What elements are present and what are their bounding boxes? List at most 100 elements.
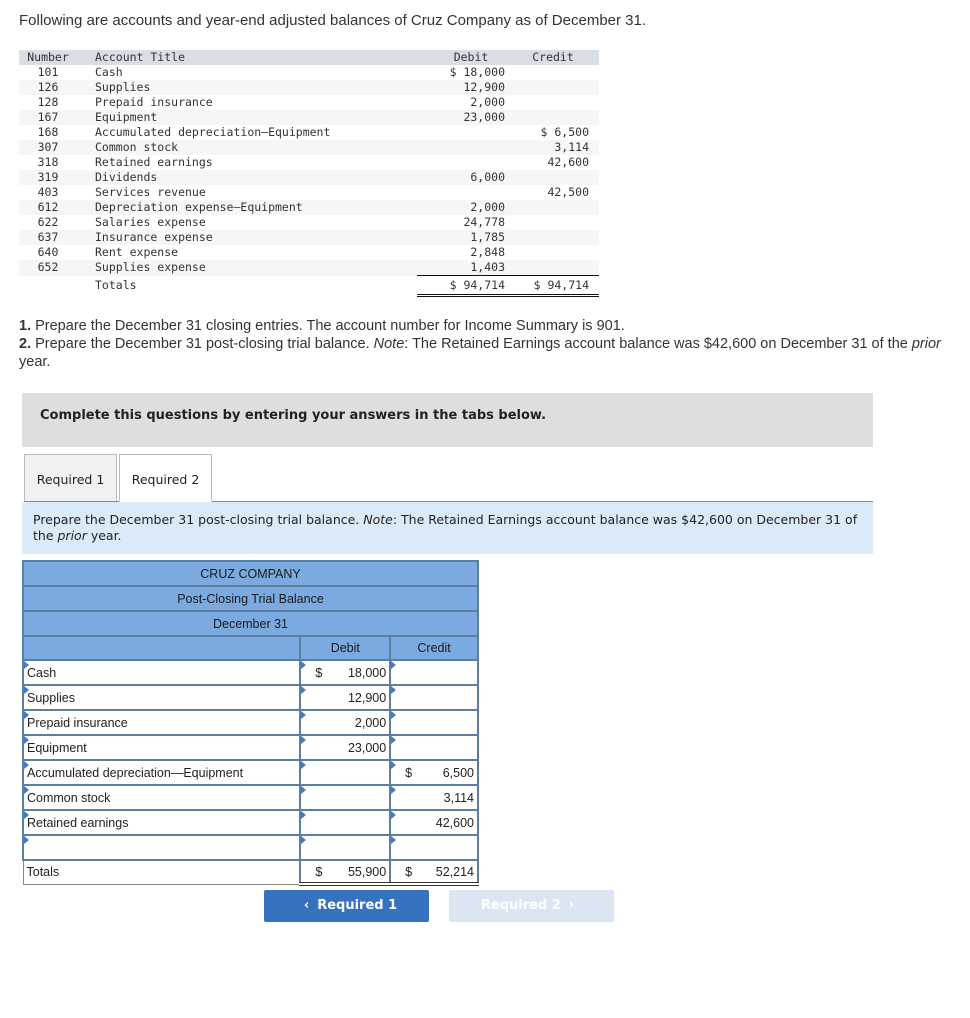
debit-input[interactable] xyxy=(299,834,392,861)
account-debit: $ 18,000 xyxy=(449,65,505,79)
header-credit: Credit xyxy=(517,50,599,65)
dropdown-flag-icon xyxy=(24,736,29,744)
input-flag-icon xyxy=(391,736,397,744)
account-debit: 23,000 xyxy=(417,110,517,125)
debit-column-header: Debit xyxy=(299,635,392,661)
account-row: 307 Common stock 3,114 xyxy=(19,140,599,155)
statement-title: Post-Closing Trial Balance xyxy=(22,585,479,612)
next-required-2-button[interactable]: Required 2 › xyxy=(449,890,614,922)
intro-text: Following are accounts and year-end adju… xyxy=(19,12,647,29)
credit-amount: 6,500 xyxy=(442,765,474,780)
account-credit xyxy=(517,215,599,230)
dropdown-flag-icon xyxy=(24,761,29,769)
company-name: CRUZ COMPANY xyxy=(22,560,479,587)
input-flag-icon xyxy=(391,811,397,819)
account-number: 652 xyxy=(19,260,77,276)
account-debit: 1,403 xyxy=(417,260,517,276)
dropdown-flag-icon xyxy=(24,786,29,794)
debit-input[interactable] xyxy=(299,759,392,786)
account-row: 168 Accumulated depreciation—Equipment $ 6… xyxy=(19,125,599,140)
tab-instruction: Prepare the December 31 post-closing tri… xyxy=(22,502,873,554)
account-number: 403 xyxy=(37,185,59,199)
account-table-header: Number Account Title Debit Credit xyxy=(19,50,599,65)
debit-input[interactable]: 23,000 xyxy=(299,734,392,761)
account-title: Retained earnings xyxy=(95,155,213,169)
credit-input[interactable] xyxy=(389,684,479,711)
pctb-row: Accumulated depreciation—Equipment $6,500 xyxy=(21,759,479,786)
debit-currency: $ xyxy=(315,665,323,680)
credit-amount: 3,114 xyxy=(443,790,474,805)
chevron-left-icon: ‹ xyxy=(303,898,310,913)
account-credit xyxy=(517,170,599,185)
account-title: Supplies expense xyxy=(77,260,417,276)
totals-debit: $ 94,714 xyxy=(417,275,517,297)
chevron-right-icon: › xyxy=(568,898,575,913)
account-row: 403 Services revenue 42,500 xyxy=(19,185,599,200)
account-number: 307 xyxy=(19,140,77,155)
account-debit xyxy=(417,140,517,155)
account-title: Cash xyxy=(95,65,123,79)
account-title: Equipment xyxy=(77,110,417,125)
account-totals-row: Totals $ 94,714 $ 94,714 xyxy=(19,275,599,297)
debit-input[interactable]: 2,000 xyxy=(299,709,392,736)
account-debit: 6,000 xyxy=(417,170,517,185)
tab-required-2[interactable]: Required 2 xyxy=(119,454,212,502)
input-flag-icon xyxy=(301,711,307,719)
account-select[interactable]: Prepaid insurance xyxy=(21,709,302,736)
debit-amount: 18,000 xyxy=(347,665,387,680)
credit-input[interactable] xyxy=(389,659,479,686)
totals-label: Totals xyxy=(95,278,137,292)
credit-total-currency: $ xyxy=(405,864,413,879)
account-row: 126 Supplies 12,900 xyxy=(19,80,599,95)
header-debit: Debit xyxy=(417,50,517,65)
account-select[interactable]: Supplies xyxy=(21,684,302,711)
account-select[interactable]: Retained earnings xyxy=(21,809,302,836)
pctb-totals-label: Totals xyxy=(22,859,301,885)
account-select[interactable]: Cash xyxy=(21,659,302,686)
credit-input[interactable] xyxy=(389,734,479,761)
debit-amount: 2,000 xyxy=(354,715,387,730)
debit-input[interactable] xyxy=(299,809,392,836)
account-row: 167 Equipment 23,000 xyxy=(19,110,599,125)
account-credit xyxy=(517,65,599,80)
account-number: 168 xyxy=(37,125,59,139)
debit-input[interactable]: 12,900 xyxy=(299,684,392,711)
pctb-row: Common stock 3,114 xyxy=(21,784,479,811)
credit-input[interactable]: $6,500 xyxy=(389,759,479,786)
account-credit xyxy=(517,260,599,276)
pctb-row: Cash $18,000 xyxy=(21,659,479,686)
dropdown-flag-icon xyxy=(24,661,29,669)
account-debit: 1,785 xyxy=(417,230,517,245)
account-credit xyxy=(517,230,599,245)
account-select[interactable]: Accumulated depreciation—Equipment xyxy=(21,759,302,786)
question-2: 2. Prepare the December 31 post-closing … xyxy=(19,336,941,370)
statement-date: December 31 xyxy=(22,610,479,637)
account-number: 126 xyxy=(19,80,77,95)
pctb-row xyxy=(21,834,479,861)
account-row: 622 Salaries expense 24,778 xyxy=(19,215,599,230)
debit-input[interactable] xyxy=(299,784,392,811)
account-title: Depreciation expense—Equipment xyxy=(77,200,417,215)
account-select[interactable]: Common stock xyxy=(21,784,302,811)
input-flag-icon xyxy=(301,661,307,669)
credit-input[interactable]: 3,114 xyxy=(389,784,479,811)
account-number: 128 xyxy=(37,95,59,109)
credit-input[interactable] xyxy=(389,709,479,736)
credit-total: 52,214 xyxy=(435,864,474,879)
input-flag-icon xyxy=(301,811,307,819)
tab-required-1[interactable]: Required 1 xyxy=(24,454,117,502)
credit-input[interactable]: 42,600 xyxy=(389,809,479,836)
account-debit xyxy=(417,185,517,200)
dropdown-flag-icon xyxy=(24,811,29,819)
account-credit: 42,600 xyxy=(547,155,589,169)
pctb-row: Prepaid insurance 2,000 xyxy=(21,709,479,736)
pctb-row: Supplies 12,900 xyxy=(21,684,479,711)
credit-input[interactable] xyxy=(389,834,479,861)
prev-required-1-button[interactable]: ‹ Required 1 xyxy=(264,890,429,922)
input-flag-icon xyxy=(391,761,397,769)
debit-input[interactable]: $18,000 xyxy=(299,659,392,686)
account-title: Services revenue xyxy=(95,185,206,199)
account-select[interactable] xyxy=(21,834,302,861)
header-title: Account Title xyxy=(77,50,417,65)
account-select[interactable]: Equipment xyxy=(21,734,302,761)
